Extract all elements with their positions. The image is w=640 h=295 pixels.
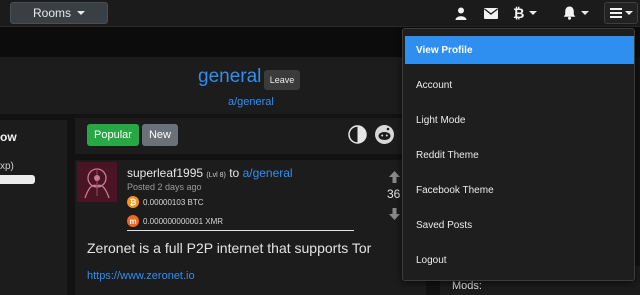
- menu-item-view-profile[interactable]: View Profile: [405, 36, 634, 64]
- bell-icon: [563, 6, 576, 20]
- post-author-line: superleaf1995 (Lvl 8) to a/general: [127, 166, 293, 180]
- theme-toggle-icon[interactable]: [348, 125, 367, 144]
- vote-count: 36: [387, 187, 401, 201]
- mods-label: Mods:: [452, 280, 482, 292]
- post-room-link[interactable]: a/general: [243, 166, 293, 180]
- author-name[interactable]: superleaf1995: [127, 166, 203, 180]
- rooms-dropdown-button[interactable]: Rooms: [10, 2, 108, 24]
- sidebar-title: ow: [0, 130, 17, 144]
- user-dropdown-menu: View Profile Account Light Mode Reddit T…: [402, 28, 635, 281]
- leave-button[interactable]: Leave: [264, 70, 300, 90]
- upvote-icon[interactable]: [389, 170, 400, 188]
- xmr-tip-amount: 0.000000000001 XMR: [143, 216, 224, 226]
- notifications-button[interactable]: [563, 5, 589, 21]
- menu-item-facebook-theme[interactable]: Facebook Theme: [405, 176, 634, 204]
- post-link[interactable]: https://www.zeronet.io: [87, 270, 195, 282]
- bitcoin-coin-icon: ₿: [127, 196, 139, 208]
- caret-down-icon: [624, 11, 633, 15]
- rooms-label: Rooms: [32, 6, 71, 20]
- reddit-icon[interactable]: [375, 125, 394, 144]
- avatar[interactable]: [77, 162, 117, 202]
- to-text: to: [229, 166, 240, 180]
- channel-path-link[interactable]: a/general: [228, 96, 274, 108]
- user-icon[interactable]: [455, 5, 467, 21]
- menu-item-reddit-theme[interactable]: Reddit Theme: [405, 141, 634, 169]
- bitcoin-icon: ₿: [513, 5, 525, 21]
- btc-tip-amount: 0.00000103 BTC: [143, 197, 204, 207]
- main-menu-button[interactable]: [604, 2, 638, 24]
- mail-icon[interactable]: [484, 5, 498, 21]
- caret-down-icon: [581, 11, 589, 15]
- monero-coin-icon: m: [127, 215, 139, 227]
- popular-button[interactable]: Popular: [87, 124, 139, 146]
- bitcoin-menu-button[interactable]: ₿: [513, 5, 538, 21]
- caret-down-icon: [77, 11, 85, 15]
- downvote-icon[interactable]: [389, 207, 400, 225]
- post-body: Zeronet is a full P2P internet that supp…: [87, 240, 372, 256]
- xp-progress-bar: [0, 175, 35, 184]
- menu-item-light-mode[interactable]: Light Mode: [405, 106, 634, 134]
- divider: [127, 230, 354, 231]
- menu-item-account[interactable]: Account: [405, 71, 634, 99]
- caret-down-icon: [529, 11, 538, 15]
- hamburger-menu-icon: [609, 8, 622, 18]
- new-button[interactable]: New: [142, 124, 178, 146]
- menu-item-logout[interactable]: Logout: [405, 246, 634, 274]
- channel-title[interactable]: general: [198, 66, 261, 88]
- post-timestamp: Posted 2 days ago: [127, 182, 202, 192]
- btc-tip: ₿ 0.00000103 BTC: [127, 196, 204, 208]
- sidebar-xp-text: xp): [0, 161, 14, 172]
- menu-item-saved-posts[interactable]: Saved Posts: [405, 211, 634, 239]
- author-level: (Lvl 8): [206, 172, 226, 179]
- sidebar-card: [0, 120, 67, 295]
- xmr-tip: m 0.000000000001 XMR: [127, 215, 223, 227]
